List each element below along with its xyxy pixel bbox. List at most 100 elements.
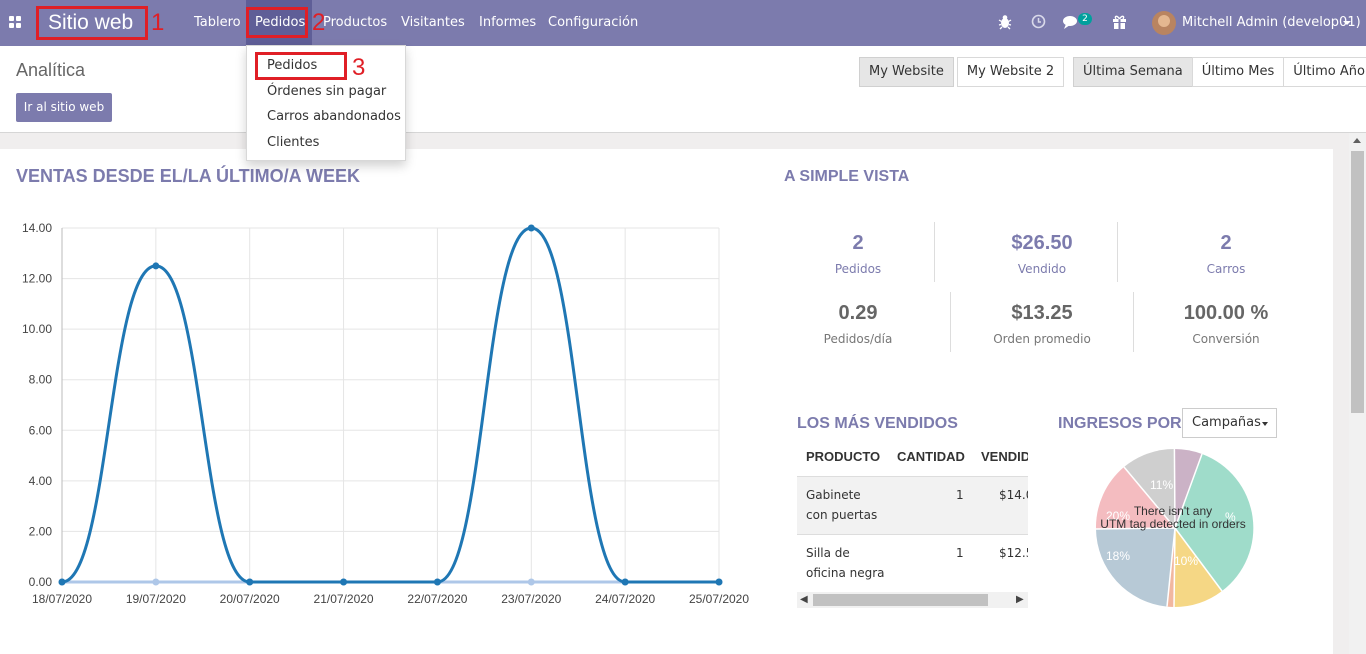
dropdown-item-pedidos[interactable]: Pedidos: [267, 58, 317, 73]
clock-icon[interactable]: [1031, 14, 1046, 29]
kpi-orders-per-day-value: 0.29: [838, 302, 878, 324]
period-button-month[interactable]: Último Mes: [1191, 57, 1285, 87]
y-tick-label: 12.00: [22, 272, 52, 286]
column-header-quantity[interactable]: CANTIDAD: [897, 449, 965, 464]
pedidos-dropdown-menu: Pedidos 3 Órdenes sin pagar Carros aband…: [246, 45, 406, 161]
y-tick-label: 6.00: [29, 423, 53, 437]
kpi-orders-per-day-label: Pedidos/día: [823, 332, 893, 346]
data-point: [340, 578, 348, 586]
column-header-sold[interactable]: VENDIDO: [981, 449, 1028, 464]
revenue-message-line2: UTM tag detected in orders: [1100, 517, 1246, 531]
x-tick-label: 20/07/2020: [220, 592, 280, 606]
y-tick-label: 14.00: [22, 221, 52, 235]
x-tick-label: 23/07/2020: [501, 592, 561, 606]
website-switcher: My Website My Website 2: [859, 57, 1065, 87]
kpi-conversion-label: Conversión: [1192, 332, 1260, 346]
pie-label: 10%: [1174, 554, 1198, 568]
revenue-title: INGRESOS POR: [1058, 415, 1182, 432]
x-tick-label: 22/07/2020: [407, 592, 467, 606]
data-point: [246, 578, 254, 586]
cell-sold: $14.00: [999, 488, 1028, 502]
y-tick-label: 8.00: [29, 373, 53, 387]
scroll-up-icon[interactable]: [1353, 138, 1361, 143]
column-header-product[interactable]: PRODUCTO: [806, 449, 880, 464]
cell-product-line1: Silla de: [806, 546, 850, 560]
kpi-conversion: 100.00 % Conversión: [1151, 302, 1301, 346]
pie-slice: [1096, 528, 1175, 607]
gift-icon[interactable]: [1112, 14, 1127, 29]
best-sellers-table: PRODUCTO CANTIDAD VENDIDO Gabinete con p…: [797, 440, 1028, 610]
data-point: [152, 578, 160, 586]
period-switcher: Última Semana Último Mes Último Año: [1073, 57, 1366, 87]
bug-icon[interactable]: [998, 14, 1012, 30]
kpi-carts-value: 2: [1220, 232, 1232, 254]
kpi-sold-value: $26.50: [1011, 232, 1073, 254]
dropdown-item-clientes[interactable]: Clientes: [267, 135, 319, 150]
y-tick-label: 10.00: [22, 322, 52, 336]
revenue-group-select[interactable]: Campañas: [1182, 408, 1277, 438]
page-vertical-scrollbar[interactable]: [1349, 133, 1366, 654]
revenue-empty-message: There isn't any UTM tag detected in orde…: [1088, 505, 1258, 531]
kpi-orders-label: Pedidos: [834, 262, 882, 276]
period-button-week[interactable]: Última Semana: [1073, 57, 1193, 87]
kpi-average-order-value: $13.25: [1011, 302, 1073, 324]
scrollbar-thumb[interactable]: [813, 594, 988, 606]
data-point: [58, 578, 66, 586]
kpi-sold[interactable]: $26.50 Vendido: [967, 232, 1117, 276]
kpi-carts-label: Carros: [1206, 262, 1246, 276]
x-tick-label: 21/07/2020: [314, 592, 374, 606]
user-menu-name[interactable]: Mitchell Admin (develop01): [1182, 0, 1361, 46]
table-horizontal-scrollbar[interactable]: ◀ ▶: [797, 592, 1028, 608]
data-point: [715, 578, 723, 586]
y-tick-label: 0.00: [29, 575, 53, 589]
data-point: [621, 578, 629, 586]
select-caret-icon: [1262, 422, 1268, 426]
x-tick-label: 25/07/2020: [689, 592, 749, 606]
period-button-year[interactable]: Último Año: [1283, 57, 1366, 87]
scroll-right-icon[interactable]: ▶: [1016, 594, 1024, 605]
data-point: [433, 578, 441, 586]
kpi-conversion-value: 100.00 %: [1183, 302, 1269, 324]
kpi-orders-per-day: 0.29 Pedidos/día: [783, 302, 933, 346]
y-tick-label: 2.00: [29, 524, 53, 538]
data-point: [527, 224, 535, 232]
dropdown-item-ordenes-sin-pagar[interactable]: Órdenes sin pagar: [267, 84, 386, 99]
revenue-select-value: Campañas: [1192, 415, 1261, 430]
pie-label: 11%: [1150, 478, 1173, 492]
chat-badge: 2: [1078, 13, 1092, 25]
x-tick-label: 24/07/2020: [595, 592, 655, 606]
cell-product-line1: Gabinete: [806, 488, 861, 502]
cell-quantity: 1: [956, 488, 964, 502]
glance-title: A SIMPLE VISTA: [784, 168, 910, 185]
scroll-left-icon[interactable]: ◀: [800, 594, 808, 605]
cell-product-line2: oficina negra: [806, 566, 885, 580]
best-sellers-title: LOS MÁS VENDIDOS: [797, 415, 958, 432]
kpi-average-order-label: Orden promedio: [993, 332, 1091, 346]
pie-label: 18%: [1106, 549, 1130, 563]
kpi-separator: [934, 222, 935, 282]
website-button-my-website[interactable]: My Website: [859, 57, 954, 87]
user-avatar[interactable]: [1152, 11, 1176, 35]
scrollbar-thumb[interactable]: [1351, 151, 1364, 413]
data-point: [527, 578, 535, 586]
kpi-sold-label: Vendido: [1017, 262, 1067, 276]
kpi-separator: [950, 292, 951, 352]
kpi-carts[interactable]: 2 Carros: [1151, 232, 1301, 276]
dropdown-item-carros-abandonados[interactable]: Carros abandonados: [267, 109, 401, 124]
cell-sold: $12.50: [999, 546, 1028, 560]
x-tick-label: 19/07/2020: [126, 592, 186, 606]
kpi-orders-value: 2: [852, 232, 864, 254]
x-tick-label: 18/07/2020: [32, 592, 92, 606]
kpi-separator: [1117, 222, 1118, 282]
series-line: [61, 226, 719, 584]
y-tick-label: 4.00: [29, 474, 53, 488]
user-menu-caret-icon[interactable]: [1343, 21, 1351, 25]
cell-quantity: 1: [956, 546, 964, 560]
table-row[interactable]: Silla de oficina negra 1 $12.50: [797, 534, 1028, 592]
kpi-average-order: $13.25 Orden promedio: [967, 302, 1117, 346]
table-row[interactable]: Gabinete con puertas 1 $14.00: [797, 476, 1028, 534]
kpi-separator: [1133, 292, 1134, 352]
cell-product-line2: con puertas: [806, 508, 878, 522]
website-button-my-website-2[interactable]: My Website 2: [956, 57, 1065, 87]
kpi-orders[interactable]: 2 Pedidos: [783, 232, 933, 276]
